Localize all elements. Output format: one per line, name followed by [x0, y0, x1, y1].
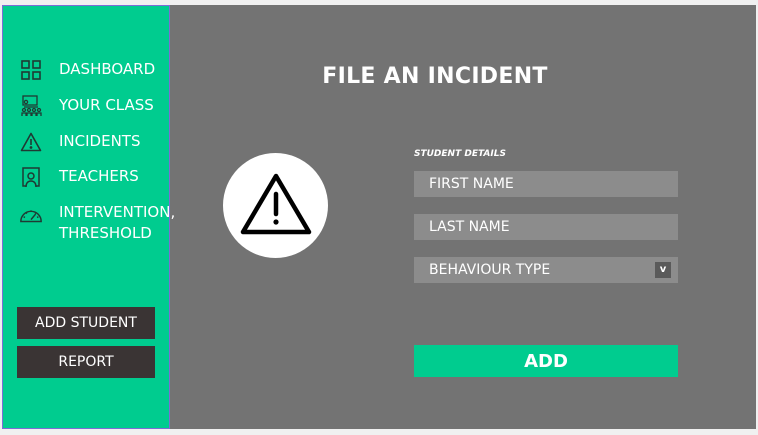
sidebar-item-label: DASHBOARD [59, 60, 156, 78]
alert-badge [223, 153, 328, 258]
sidebar-item-label: INTERVENTION, THRESHOLD [59, 203, 176, 242]
dashboard-grid-icon [19, 59, 43, 81]
chevron-down-icon[interactable]: v [655, 262, 671, 278]
warning-icon [239, 172, 313, 240]
student-details-label: STUDENT DETAILS [414, 149, 506, 159]
last-name-field[interactable] [414, 214, 678, 240]
teacher-icon [19, 166, 43, 188]
sidebar-item-dashboard[interactable]: DASHBOARD [19, 59, 155, 81]
report-button[interactable]: REPORT [17, 346, 155, 378]
sidebar-item-teachers[interactable]: TEACHERS [19, 166, 139, 188]
page-title: FILE AN INCIDENT [322, 64, 548, 89]
sidebar-item-label: INCIDENTS [59, 132, 141, 150]
add-button[interactable]: ADD [414, 345, 678, 377]
behaviour-type-value: BEHAVIOUR TYPE [429, 262, 551, 278]
classroom-icon [19, 95, 43, 117]
sidebar-item-label: TEACHERS [59, 167, 139, 185]
add-student-button[interactable]: ADD STUDENT [17, 307, 155, 339]
sidebar-item-intervention-threshold[interactable]: INTERVENTION, THRESHOLD [19, 202, 175, 244]
sidebar-item-incidents[interactable]: INCIDENTS [19, 131, 140, 153]
behaviour-type-select[interactable]: BEHAVIOUR TYPE v [414, 257, 678, 283]
sidebar-item-your-class[interactable]: YOUR CLASS [19, 95, 154, 117]
first-name-field[interactable] [414, 171, 678, 197]
warning-icon [19, 131, 43, 153]
gauge-icon [19, 204, 43, 226]
sidebar: DASHBOARD YOUR CLASS INCIDENTS TEACHERS [2, 5, 175, 429]
sidebar-item-label: YOUR CLASS [59, 96, 154, 114]
